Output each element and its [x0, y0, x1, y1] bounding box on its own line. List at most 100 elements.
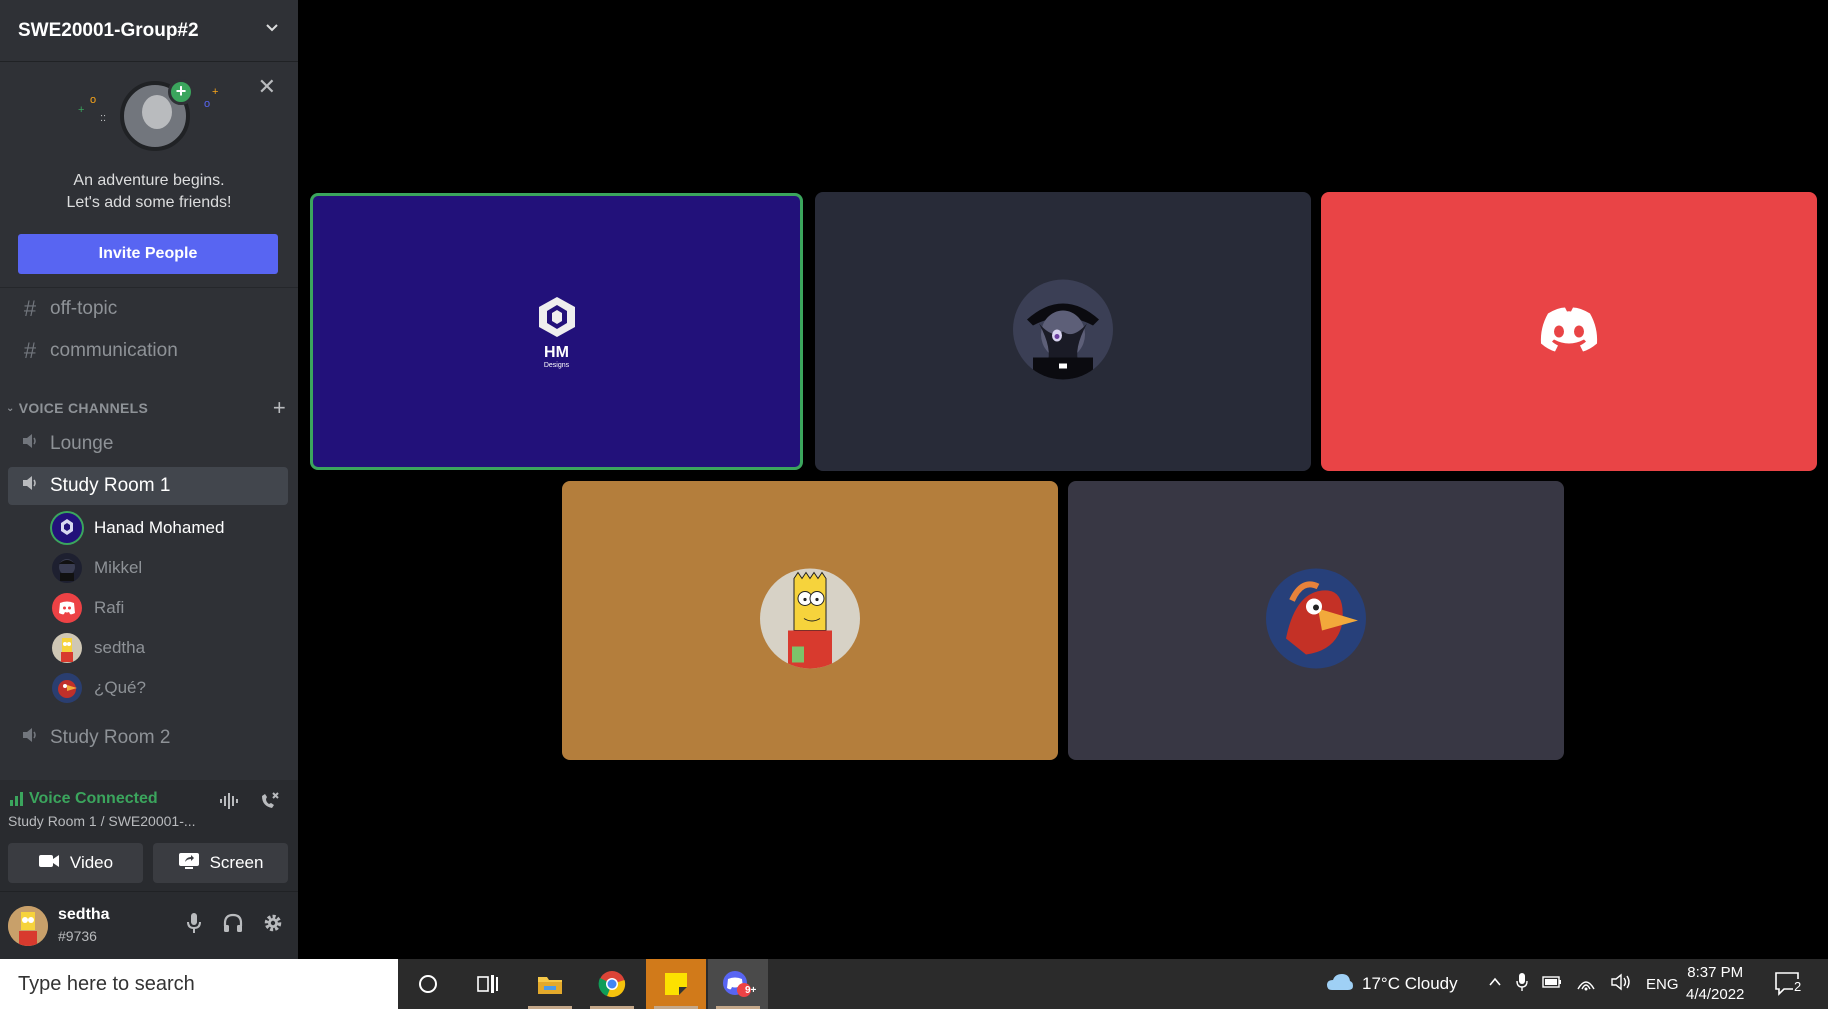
avatar	[1266, 568, 1366, 673]
user-panel: sedtha #9736	[0, 892, 298, 959]
microphone-tray-icon[interactable]	[1516, 972, 1528, 997]
sparkle-icon: ::	[100, 112, 107, 124]
voice-connection-panel: Voice Connected Study Room 1 / SWE20001-…	[0, 780, 298, 892]
sparkle-icon: +	[212, 86, 219, 98]
invite-line-1: An adventure begins.	[73, 172, 225, 189]
gear-icon[interactable]	[262, 912, 284, 939]
chevron-down-icon[interactable]	[264, 20, 280, 41]
hashtag-icon: #	[23, 338, 37, 363]
notification-center-icon[interactable]: 2	[1774, 959, 1803, 1009]
avatar	[52, 513, 82, 543]
screen-share-button[interactable]: Screen	[153, 843, 288, 883]
screen-button-label: Screen	[209, 853, 264, 872]
chrome-icon[interactable]	[582, 959, 642, 1009]
server-name: SWE20001-Group#2	[18, 19, 199, 41]
channel-communication[interactable]: # communication	[8, 332, 288, 370]
invite-people-button[interactable]: Invite People	[18, 234, 278, 274]
voice-status-label: Voice Connected	[29, 790, 158, 807]
wifi-icon[interactable]	[1576, 973, 1596, 996]
notification-count: 2	[1793, 979, 1803, 994]
channel-label: Lounge	[50, 433, 114, 454]
cortana-icon[interactable]	[398, 959, 458, 1009]
voice-member-mikkel[interactable]: Mikkel	[52, 551, 282, 585]
server-header[interactable]: SWE20001-Group#2	[0, 0, 298, 62]
clock-date: 4/4/2022	[1686, 986, 1745, 1003]
volume-icon[interactable]	[1610, 973, 1632, 996]
speaker-icon	[18, 431, 42, 457]
video-tile-mikkel[interactable]	[815, 192, 1311, 471]
user-avatar[interactable]	[8, 906, 48, 946]
channel-label: Study Room 2	[50, 727, 171, 748]
search-placeholder: Type here to search	[18, 972, 195, 995]
cloud-icon	[1326, 972, 1354, 997]
video-tile-que[interactable]	[1068, 481, 1564, 760]
avatar	[52, 633, 82, 663]
discord-window: SWE20001-Group#2 + + o :: o + ✕ An adven…	[0, 0, 1828, 1009]
clock[interactable]: 8:37 PM 4/4/2022	[1686, 959, 1744, 1009]
member-name: Hanad Mohamed	[94, 518, 225, 537]
file-explorer-icon[interactable]	[520, 959, 580, 1009]
hm-designs-logo: HM Designs	[535, 295, 579, 369]
discord-taskbar-icon[interactable]: 9+	[708, 959, 768, 1009]
logo-subtext: Designs	[543, 361, 570, 369]
microphone-icon[interactable]	[184, 912, 204, 939]
taskbar-search[interactable]: Type here to search	[0, 959, 398, 1009]
video-tile-rafi[interactable]	[1321, 192, 1817, 471]
user-discriminator: #9736	[58, 928, 97, 944]
weather-widget[interactable]: 17°C Cloudy	[1326, 959, 1458, 1009]
voice-channel-lounge[interactable]: Lounge	[8, 425, 288, 463]
channel-off-topic[interactable]: # off-topic	[8, 290, 288, 328]
video-button-label: Video	[69, 853, 114, 872]
video-tile-hanad[interactable]: HM Designs	[310, 193, 803, 470]
invite-line-2: Let's add some friends!	[66, 194, 232, 211]
channel-label: communication	[50, 340, 178, 361]
task-view-icon[interactable]	[458, 959, 518, 1009]
logo-text: HM	[544, 343, 569, 361]
speaker-icon	[18, 473, 42, 499]
member-name: ¿Qué?	[94, 678, 146, 697]
voice-member-sedtha[interactable]: sedtha	[52, 631, 282, 665]
discord-notification-badge: 9+	[745, 985, 757, 996]
sparkle-icon: o	[204, 98, 211, 110]
noise-suppression-icon[interactable]	[218, 790, 240, 818]
avatar	[52, 553, 82, 583]
invite-message: An adventure begins. Let's add some frie…	[0, 170, 298, 214]
channel-label: off-topic	[50, 298, 118, 319]
speaker-icon	[18, 725, 42, 751]
voice-member-hanad[interactable]: Hanad Mohamed	[52, 511, 282, 545]
chevron-up-icon[interactable]	[1488, 974, 1502, 994]
video-tile-sedtha[interactable]	[562, 481, 1058, 760]
sparkle-icon: o	[90, 94, 97, 106]
video-button[interactable]: Video	[8, 843, 143, 883]
member-name: sedtha	[94, 638, 146, 657]
voice-status[interactable]: Voice Connected	[10, 790, 158, 808]
clock-time: 8:37 PM	[1687, 964, 1744, 981]
channel-label: Study Room 1	[50, 475, 171, 496]
voice-channel-study-room-1[interactable]: Study Room 1	[8, 467, 288, 505]
language-indicator[interactable]: ENG	[1646, 976, 1679, 993]
sparkle-icon: +	[78, 104, 85, 116]
voice-channel-study-room-2[interactable]: Study Room 2	[8, 719, 288, 757]
username: sedtha	[58, 906, 110, 923]
voice-location[interactable]: Study Room 1 / SWE20001-...	[8, 813, 196, 829]
voice-channels-category[interactable]: ⌄ VOICE CHANNELS +	[6, 395, 286, 421]
discord-logo-icon	[1538, 305, 1600, 358]
add-friend-illustration-icon: +	[120, 79, 194, 151]
chevron-down-icon: ⌄	[6, 402, 15, 414]
battery-icon[interactable]	[1542, 974, 1562, 994]
sticky-notes-icon[interactable]	[646, 959, 706, 1009]
avatar	[1013, 279, 1113, 384]
headphones-icon[interactable]	[222, 912, 244, 939]
avatar	[52, 673, 82, 703]
screen-share-icon	[178, 852, 200, 875]
close-icon[interactable]: ✕	[258, 74, 276, 100]
voice-member-rafi[interactable]: Rafi	[52, 591, 282, 625]
voice-member-que[interactable]: ¿Qué?	[52, 671, 282, 705]
windows-taskbar: Type here to search 9+ 17°C Cloudy ENG 8…	[0, 959, 1828, 1009]
create-channel-plus-icon[interactable]: +	[273, 395, 286, 421]
channel-sidebar: SWE20001-Group#2 + + o :: o + ✕ An adven…	[0, 0, 298, 959]
disconnect-call-icon[interactable]	[258, 790, 280, 818]
member-name: Rafi	[94, 598, 125, 617]
hashtag-icon: #	[23, 296, 37, 321]
member-name: Mikkel	[94, 558, 143, 577]
